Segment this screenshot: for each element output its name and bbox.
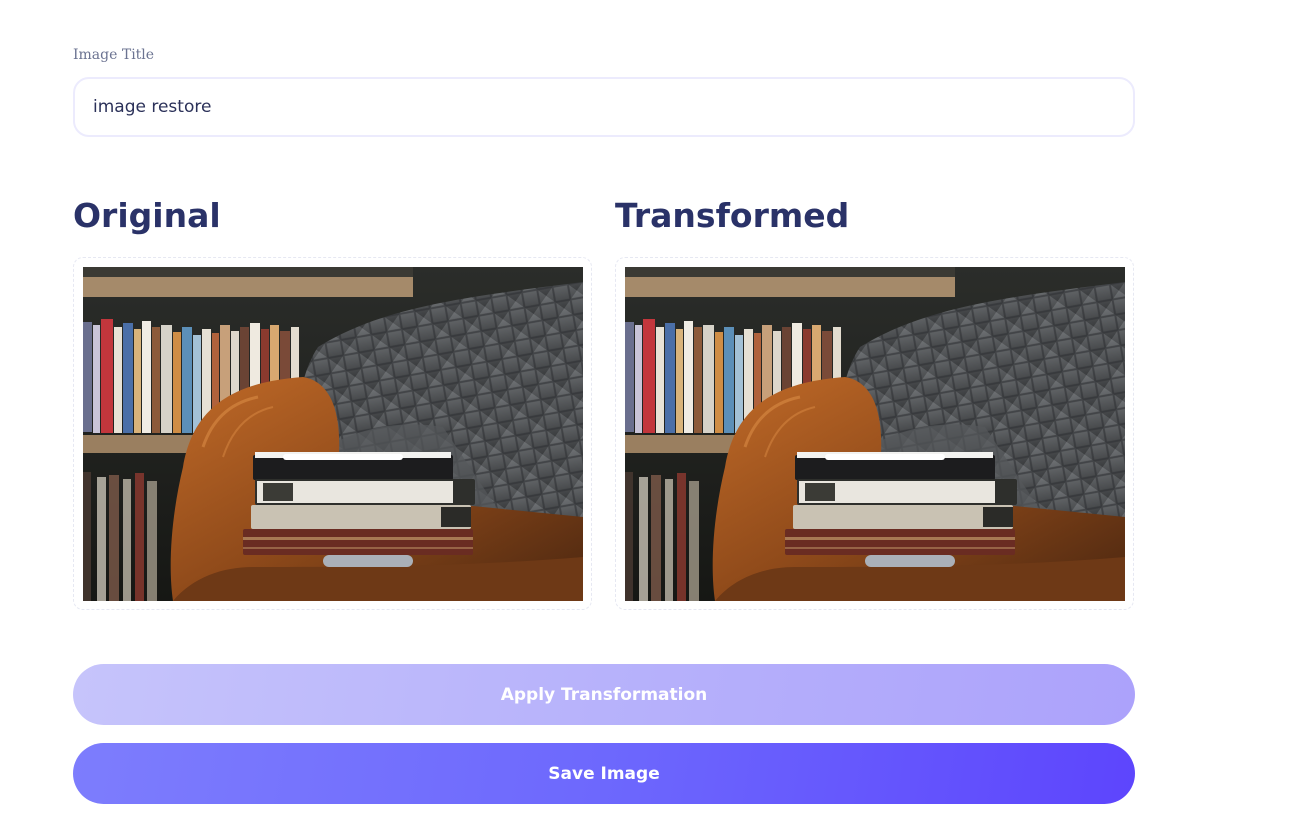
transformed-heading: Transformed xyxy=(615,196,850,235)
image-title-input[interactable] xyxy=(73,77,1135,137)
transformed-image xyxy=(625,267,1125,601)
save-image-button[interactable]: Save Image xyxy=(73,743,1135,804)
transformed-image-frame xyxy=(615,257,1134,610)
original-image-frame xyxy=(73,257,592,610)
original-image xyxy=(83,267,583,601)
apply-transformation-button[interactable]: Apply Transformation xyxy=(73,664,1135,725)
image-title-label: Image Title xyxy=(73,47,155,63)
original-heading: Original xyxy=(73,196,221,235)
